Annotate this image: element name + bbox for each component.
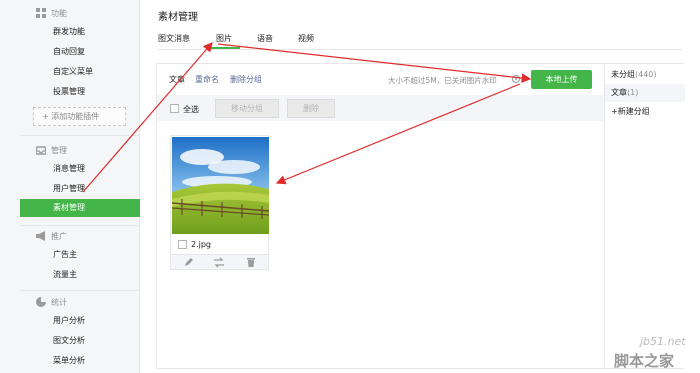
sidebar-item-custom-menu[interactable]: 自定义菜单 <box>20 63 140 81</box>
group-count: (1) <box>627 88 639 97</box>
group-name: 未分组 <box>611 70 635 79</box>
group-item-articles[interactable]: 文章(1) <box>605 84 685 102</box>
sidebar-item-publisher[interactable]: 流量主 <box>20 266 140 284</box>
group-title-manage: 管理 <box>51 146 67 155</box>
image-card[interactable]: 2.jpg <box>170 135 269 270</box>
move-icon[interactable] <box>213 257 225 268</box>
sidebar-item-menu-analysis[interactable]: 菜单分析 <box>20 352 140 370</box>
edit-icon[interactable] <box>183 257 195 268</box>
pie-chart-icon <box>36 297 46 307</box>
grid-icon <box>36 8 46 18</box>
tab-video[interactable]: 视频 <box>298 33 314 44</box>
sidebar-item-materials[interactable]: 素材管理 <box>20 199 140 217</box>
group-name: 文章 <box>611 88 627 97</box>
sidebar-item-advertiser[interactable]: 广告主 <box>20 246 140 264</box>
tab-images[interactable]: 图片 <box>208 33 240 49</box>
material-panel: 文章 重命名 删除分组 大小不超过5M，已关闭图片水印 本地上传 全选 移动分组… <box>156 63 685 369</box>
tabs-underline <box>158 49 683 50</box>
help-icon[interactable] <box>512 75 520 83</box>
group-item-ungrouped[interactable]: 未分组(440) <box>605 66 685 84</box>
delete-group-link[interactable]: 删除分组 <box>230 74 262 85</box>
divider <box>20 135 140 136</box>
local-upload-button[interactable]: 本地上传 <box>531 70 592 89</box>
action-bar: 全选 移动分组 删除 <box>157 95 604 121</box>
watermark-domain: jb51.net <box>640 335 686 348</box>
sidebar-item-vote[interactable]: 投票管理 <box>20 83 140 101</box>
move-group-button[interactable]: 移动分组 <box>215 99 279 118</box>
toolbar: 文章 重命名 删除分组 大小不超过5M，已关闭图片水印 本地上传 <box>157 64 604 95</box>
delete-button[interactable]: 删除 <box>287 99 335 118</box>
sidebar-item-user-analysis[interactable]: 用户分析 <box>20 312 140 330</box>
group-list: 未分组(440) 文章(1) +新建分组 <box>604 64 685 368</box>
select-all-checkbox[interactable] <box>170 104 179 113</box>
add-plugin-button[interactable]: + 添加功能插件 <box>33 107 126 126</box>
new-group-button[interactable]: +新建分组 <box>605 103 685 121</box>
image-tools <box>171 254 268 269</box>
tab-voice[interactable]: 语音 <box>257 33 273 44</box>
sidebar-item-article-analysis[interactable]: 图文分析 <box>20 332 140 350</box>
sidebar: 功能 群发功能 自动回复 自定义菜单 投票管理 + 添加功能插件 管理 消息管理… <box>0 0 140 373</box>
inbox-icon <box>36 146 46 155</box>
megaphone-icon <box>36 231 45 241</box>
group-title-promote: 推广 <box>51 232 67 241</box>
sidebar-item-auto-reply[interactable]: 自动回复 <box>20 43 140 61</box>
group-title-stats: 统计 <box>51 298 67 307</box>
rename-link[interactable]: 重命名 <box>195 74 219 85</box>
group-count: (440) <box>635 70 657 79</box>
tab-news[interactable]: 图文消息 <box>158 33 190 44</box>
main-content: 素材管理 图文消息 图片 语音 视频 文章 重命名 删除分组 大小不超过5M，已… <box>140 0 700 373</box>
select-all-label: 全选 <box>183 105 199 114</box>
divider <box>20 225 140 226</box>
sidebar-item-users[interactable]: 用户管理 <box>20 180 140 198</box>
image-filename: 2.jpg <box>191 240 212 249</box>
divider <box>20 290 140 291</box>
trash-icon[interactable] <box>245 257 257 268</box>
image-checkbox[interactable] <box>178 240 187 249</box>
current-group-name: 文章 <box>169 75 185 84</box>
image-thumbnail[interactable] <box>172 137 269 234</box>
page-title: 素材管理 <box>158 12 198 23</box>
sidebar-item-mass-send[interactable]: 群发功能 <box>20 23 140 41</box>
watermark-brand: 脚本之家 <box>614 352 675 370</box>
group-title-features: 功能 <box>51 9 67 18</box>
sidebar-item-messages[interactable]: 消息管理 <box>20 160 140 178</box>
upload-hint: 大小不超过5M，已关闭图片水印 <box>388 76 497 85</box>
